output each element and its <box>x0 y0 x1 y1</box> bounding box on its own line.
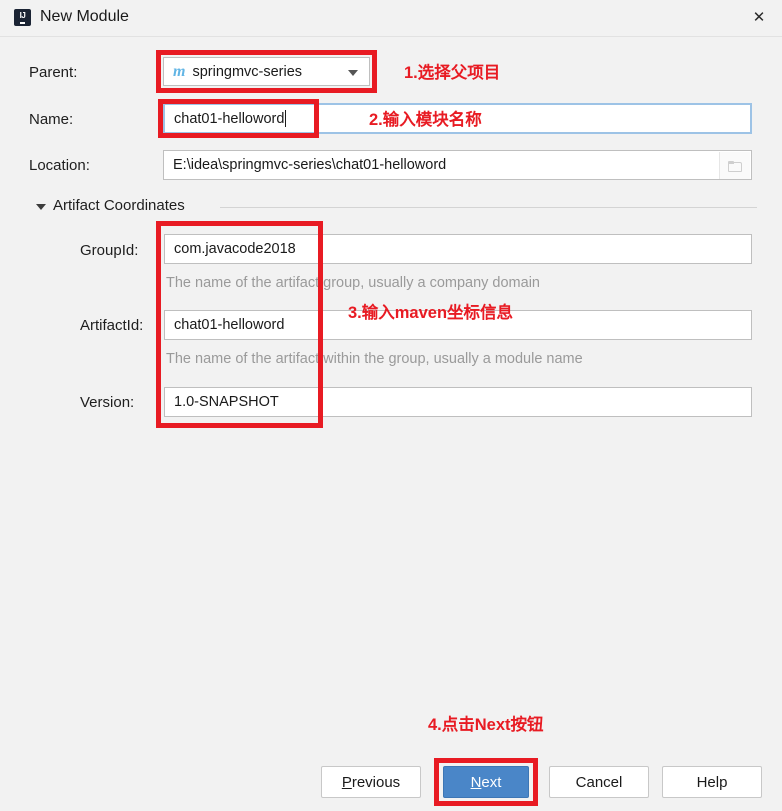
dialog-title-bar: IJ New Module ✕ <box>0 0 782 37</box>
group-id-input[interactable]: com.javacode2018 <box>164 234 752 264</box>
folder-icon[interactable] <box>719 152 750 179</box>
version-input[interactable]: 1.0-SNAPSHOT <box>164 387 752 417</box>
annotation-step-1: 1.选择父项目 <box>404 64 501 82</box>
artifact-id-hint: The name of the artifact within the grou… <box>166 351 583 367</box>
previous-button-mnemonic: P <box>341 773 352 791</box>
parent-combobox-value: springmvc-series <box>192 63 303 80</box>
folder-icon-glyph <box>727 160 743 172</box>
version-input-value: 1.0-SNAPSHOT <box>174 394 279 410</box>
maven-module-icon: m <box>173 62 186 80</box>
close-icon[interactable]: ✕ <box>736 0 782 34</box>
artifact-id-label: ArtifactId: <box>80 317 144 334</box>
triangle-down-icon <box>36 203 46 210</box>
artifact-coordinates-title: Artifact Coordinates <box>53 197 185 214</box>
version-label: Version: <box>80 394 135 411</box>
artifact-coordinates-header[interactable]: Artifact Coordinates <box>36 197 185 214</box>
location-input[interactable]: E:\idea\springmvc-series\chat01-hellowor… <box>163 150 752 180</box>
annotation-step-4: 4.点击Next按钮 <box>428 716 544 734</box>
annotation-step-2: 2.输入模块名称 <box>369 111 482 129</box>
cancel-button[interactable]: Cancel <box>549 766 649 798</box>
annotation-step-3: 3.输入maven坐标信息 <box>348 304 514 322</box>
intellij-idea-icon: IJ <box>14 9 31 26</box>
next-button-mnemonic: N <box>470 773 482 791</box>
next-button[interactable]: Next <box>443 766 529 798</box>
name-input-value: chat01-helloword <box>174 110 285 127</box>
previous-button[interactable]: Previous <box>321 766 421 798</box>
text-caret <box>285 110 287 127</box>
help-button[interactable]: Help <box>662 766 762 798</box>
name-label: Name: <box>29 111 74 128</box>
group-id-input-value: com.javacode2018 <box>174 241 296 257</box>
dialog-title: New Module <box>40 8 129 25</box>
parent-combobox[interactable]: m springmvc-series <box>163 57 370 86</box>
location-input-value: E:\idea\springmvc-series\chat01-hellowor… <box>173 157 447 173</box>
group-id-label: GroupId: <box>80 242 139 259</box>
next-button-label: ext <box>481 773 502 791</box>
section-divider <box>220 207 757 208</box>
previous-button-label: revious <box>351 773 401 791</box>
location-label: Location: <box>29 157 90 174</box>
artifact-id-input-value: chat01-helloword <box>174 317 285 333</box>
group-id-hint: The name of the artifact group, usually … <box>166 275 540 291</box>
intellij-idea-icon-glyph: IJ <box>19 11 26 24</box>
chevron-down-icon <box>348 70 358 76</box>
parent-label: Parent: <box>29 64 78 81</box>
